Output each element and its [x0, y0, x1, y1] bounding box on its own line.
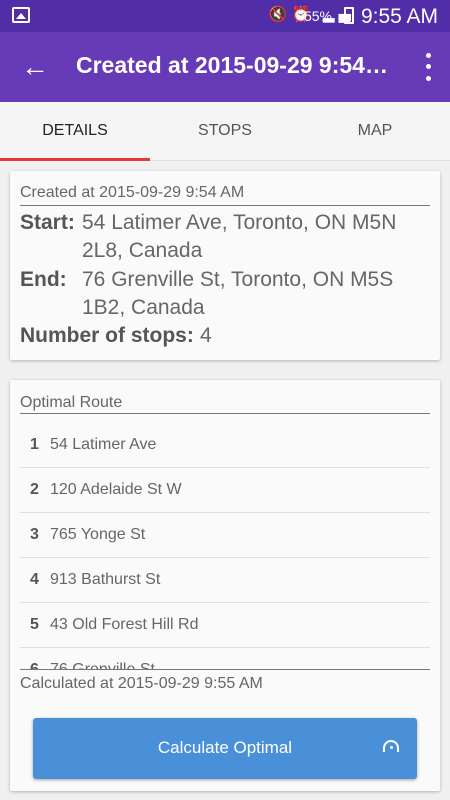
stop-address: 76 Grenville St	[50, 661, 155, 669]
route-header: Optimal Route	[20, 394, 123, 411]
start-label: Start:	[20, 211, 75, 234]
end-row: End: 76 Grenville St, Toronto, ON M5S 1B…	[20, 266, 430, 322]
status-bar: 🔇⏰ ▂▄ 55% 9:55 AM	[0, 0, 450, 32]
optimal-route-card: Optimal Route 1 54 Latimer Ave 2 120 Adela…	[10, 380, 440, 791]
gallery-icon	[12, 7, 30, 23]
stop-address: 913 Bathurst St	[50, 571, 161, 588]
list-item: 5 43 Old Forest Hill Rd	[20, 603, 430, 648]
app-bar: ← Created at 2015-09-29 9:54…	[0, 32, 450, 102]
stops-label: Number of stops:	[20, 324, 194, 347]
end-address: 76 Grenville St, Toronto, ON M5S 1B2, Ca…	[82, 268, 394, 319]
stop-number: 3	[30, 526, 39, 543]
stop-number: 2	[30, 481, 39, 498]
tab-map[interactable]: MAP	[300, 102, 450, 160]
stops-count: 4	[200, 324, 212, 347]
list-item: 1 54 Latimer Ave	[20, 423, 430, 468]
arrow-back-icon[interactable]: ←	[16, 48, 54, 86]
speedometer-icon	[383, 740, 399, 752]
tab-bar: DETAILS STOPS MAP	[0, 102, 450, 161]
divider	[20, 669, 430, 670]
stops-row: Number of stops: 4	[20, 322, 430, 350]
divider	[20, 413, 430, 414]
list-item: 3 765 Yonge St	[20, 513, 430, 558]
stop-number: 1	[30, 436, 39, 453]
list-item: 2 120 Adelaide St W	[20, 468, 430, 513]
battery-charging-icon	[344, 7, 354, 24]
calculate-optimal-label: Calculate Optimal	[157, 738, 293, 757]
stop-number: 6	[30, 661, 39, 669]
page-title: Created at 2015-09-29 9:54…	[76, 52, 388, 78]
more-vert-icon[interactable]	[420, 50, 436, 84]
start-row: Start: 54 Latimer Ave, Toronto, ON M5N 2…	[20, 209, 430, 265]
stop-address: 765 Yonge St	[50, 526, 146, 543]
route-list[interactable]: 1 54 Latimer Ave 2 120 Adelaide St W 3 765 …	[20, 423, 430, 669]
stop-address: 120 Adelaide St W	[50, 481, 182, 498]
calculated-timestamp: Calculated at 2015-09-29 9:55 AM	[20, 675, 263, 692]
end-label: End:	[20, 268, 67, 291]
stop-number: 5	[30, 616, 39, 633]
list-item: 4 913 Bathurst St	[20, 558, 430, 603]
battery-percent: 55%	[303, 8, 332, 24]
start-address: 54 Latimer Ave, Toronto, ON M5N 2L8, Can…	[82, 211, 397, 262]
stop-number: 4	[30, 571, 39, 588]
calculate-optimal-button[interactable]: Calculate Optimal	[33, 718, 417, 779]
tab-stops[interactable]: STOPS	[150, 102, 300, 160]
stop-address: 54 Latimer Ave	[50, 436, 157, 453]
divider	[20, 205, 430, 206]
clock: 9:55 AM	[360, 5, 438, 28]
tab-details[interactable]: DETAILS	[0, 102, 150, 161]
created-timestamp: Created at 2015-09-29 9:54 AM	[20, 184, 245, 201]
stop-address: 43 Old Forest Hill Rd	[50, 616, 199, 633]
trip-details-card: Created at 2015-09-29 9:54 AM Start: 54 …	[10, 171, 440, 360]
list-item: 6 76 Grenville St	[20, 648, 430, 669]
